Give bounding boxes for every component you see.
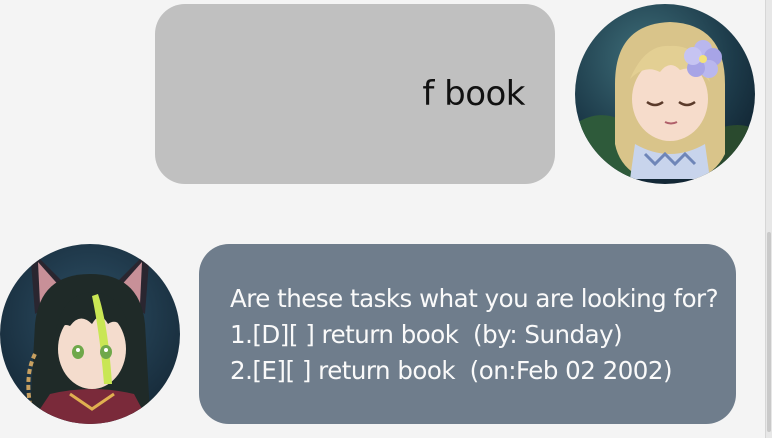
bot-message-bubble: Are these tasks what you are looking for… xyxy=(199,244,736,424)
scrollbar-thumb[interactable] xyxy=(767,232,771,432)
user-message-row: f book xyxy=(0,0,766,200)
bot-avatar-icon xyxy=(0,244,180,424)
bot-message-line: 1.[D][ ] return book (by: Sunday) xyxy=(230,320,623,349)
bot-message-line: Are these tasks what you are looking for… xyxy=(230,284,719,313)
vertical-scrollbar[interactable] xyxy=(765,0,772,438)
user-message-bubble: f book xyxy=(155,4,555,184)
user-avatar-icon xyxy=(575,4,755,184)
bot-message-line: 2.[E][ ] return book (on:Feb 02 2002) xyxy=(230,356,673,385)
user-message-text: f book xyxy=(422,74,525,114)
